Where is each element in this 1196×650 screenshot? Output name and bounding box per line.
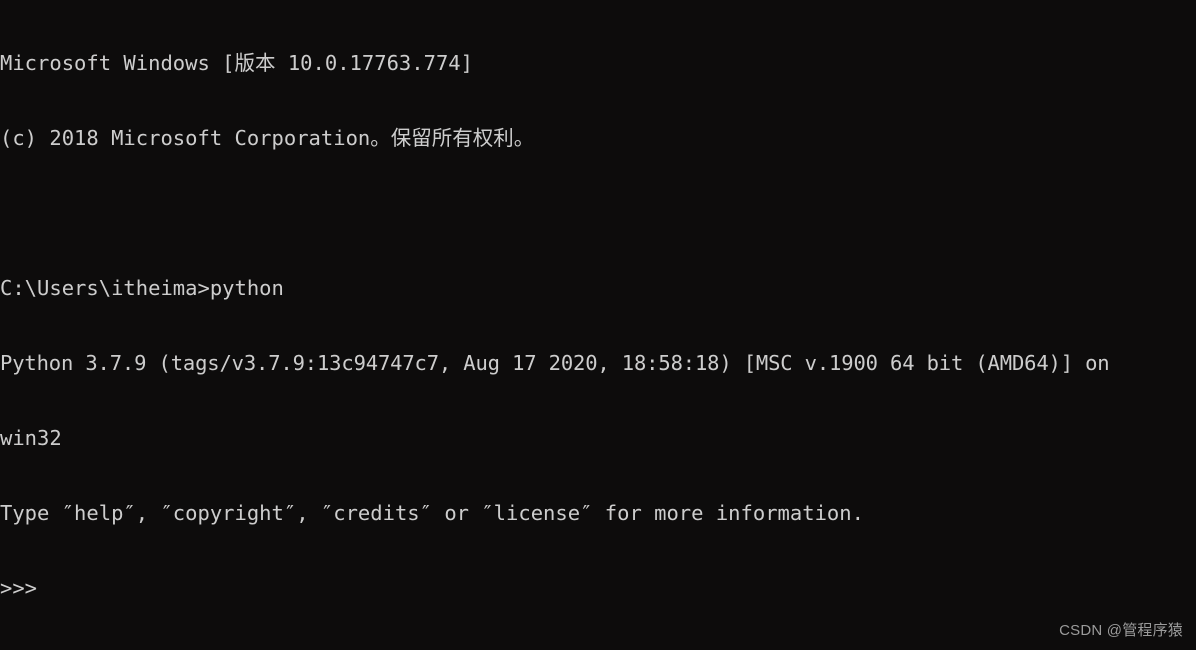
terminal-line-python-prompt: >>> xyxy=(0,576,38,600)
console-window[interactable]: Microsoft Windows [版本 10.0.17763.774] (c… xyxy=(0,0,1196,650)
terminal-line-copyright: (c) 2018 Microsoft Corporation。保留所有权利。 xyxy=(0,126,535,150)
terminal-line-windows-version: Microsoft Windows [版本 10.0.17763.774] xyxy=(0,51,473,75)
terminal-line-prompt-command: C:\Users\itheima>python xyxy=(0,276,284,300)
terminal-line-python-banner: Python 3.7.9 (tags/v3.7.9:13c94747c7, Au… xyxy=(0,351,1110,375)
terminal-output[interactable]: Microsoft Windows [版本 10.0.17763.774] (c… xyxy=(0,0,1196,650)
csdn-watermark: CSDN @管程序猿 xyxy=(1059,622,1183,639)
terminal-line-python-help-hint: Type ″help″, ″copyright″, ″credits″ or ″… xyxy=(0,501,864,525)
terminal-line-python-platform: win32 xyxy=(0,426,62,450)
